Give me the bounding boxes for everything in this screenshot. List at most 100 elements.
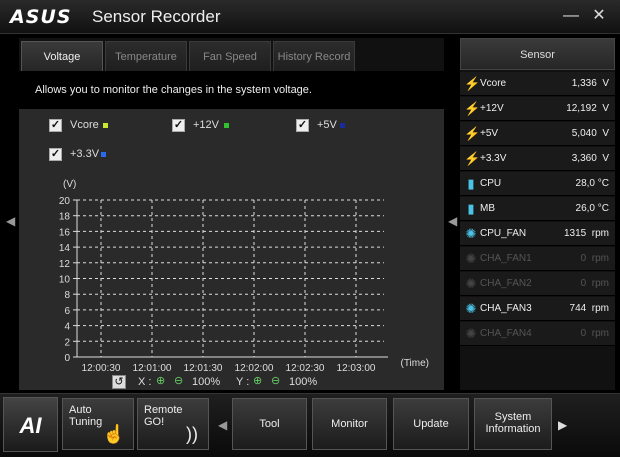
sensor-row-cha-fan4: ✺ CHA_FAN4 0 rpm <box>460 322 615 346</box>
y-zoom-in-icon[interactable]: ⊕ <box>253 374 262 387</box>
collapse-arrow-icon[interactable]: ◀ <box>448 214 457 228</box>
sensor-value: 3,360 V <box>571 153 609 164</box>
sensor-row-cpu: ▮ CPU 28,0 °C <box>460 172 615 196</box>
sensor-value: 26,0 °C <box>575 203 609 214</box>
tab-temperature[interactable]: Temperature <box>105 41 187 71</box>
check-icon: ✓ <box>172 119 185 132</box>
sensor-value: 0 rpm <box>580 253 609 264</box>
system-information-button[interactable]: System Information <box>474 398 552 450</box>
update-button[interactable]: Update <box>393 398 469 450</box>
fan-icon: ✺ <box>465 251 477 266</box>
series-checkboxes: ✓ Vcore ✓ +12V ✓ +5V ✓ +3.3V <box>19 109 444 175</box>
remote-go-button[interactable]: Remote GO! )) <box>137 398 209 450</box>
sensor-row-cha-fan2: ✺ CHA_FAN2 0 rpm <box>460 272 615 296</box>
x-tick-label: 12:02:00 <box>235 363 274 374</box>
bottom-bar: AI Auto Tuning ☝ Remote GO! )) ◀ Tool Mo… <box>0 393 620 457</box>
y-zoom-label: Y : <box>236 376 250 388</box>
voltage-icon: ⚡ <box>464 126 481 141</box>
x-tick-label: 12:02:30 <box>286 363 325 374</box>
tab-bar: Voltage Temperature Fan Speed History Re… <box>19 38 444 71</box>
sensor-row-cha-fan3: ✺ CHA_FAN3 744 rpm <box>460 297 615 321</box>
y-tick-label: 4 <box>64 322 70 333</box>
sensor-row-cpu-fan: ✺ CPU_FAN 1315 rpm <box>460 222 615 246</box>
left-arrow-icon[interactable]: ◀ <box>6 214 15 228</box>
sensor-value: 28,0 °C <box>575 178 609 189</box>
y-tick-label: 18 <box>59 212 71 223</box>
sensor-name: CPU <box>480 178 502 189</box>
asus-logo: ASUS <box>10 6 72 28</box>
sensor-row--12v: ⚡ +12V 12,192 V <box>460 97 615 121</box>
sensor-row-mb: ▮ MB 26,0 °C <box>460 197 615 221</box>
3-3v-color-swatch <box>101 152 106 157</box>
voltage-icon: ⚡ <box>464 101 481 116</box>
sensor-name: CHA_FAN4 <box>480 328 532 339</box>
reset-zoom-icon[interactable]: ↺ <box>112 375 126 389</box>
sensor-name: +5V <box>480 128 499 139</box>
y-tick-label: 16 <box>59 227 71 238</box>
sensor-row-vcore: ⚡ Vcore 1,336 V <box>460 72 615 96</box>
sensor-name: +12V <box>480 103 504 114</box>
tab-fan-speed[interactable]: Fan Speed <box>189 41 271 71</box>
ai-suite-logo: AI <box>3 397 58 452</box>
x-tick-label: 12:03:00 <box>337 363 376 374</box>
sensor-name: CHA_FAN3 <box>480 303 532 314</box>
wifi-icon: )) <box>186 424 198 444</box>
checkbox-vcore[interactable]: ✓ Vcore <box>49 118 129 134</box>
auto-tuning-icon: ☝ <box>102 424 125 444</box>
tab-voltage[interactable]: Voltage <box>21 41 103 71</box>
checkbox-3-3v[interactable]: ✓ +3.3V <box>49 147 129 163</box>
bottom-left-arrow-icon[interactable]: ◀ <box>218 418 227 432</box>
x-tick-label: 12:00:30 <box>82 363 121 374</box>
auto-tuning-button[interactable]: Auto Tuning ☝ <box>62 398 134 450</box>
voltage-icon: ⚡ <box>464 151 481 166</box>
sensor-value: 1315 rpm <box>563 228 609 239</box>
app-title: Sensor Recorder <box>92 7 221 26</box>
sensor-value: 12,192 V <box>566 103 609 114</box>
sensor-name: CHA_FAN1 <box>480 253 532 264</box>
voltage-icon: ⚡ <box>464 76 481 91</box>
x-zoom-in-icon[interactable]: ⊕ <box>156 374 165 387</box>
sensor-name: MB <box>480 203 495 214</box>
bottom-right-arrow-icon[interactable]: ▶ <box>558 418 567 432</box>
sensor-value: 1,336 V <box>571 78 609 89</box>
zoom-controls: ↺ X : ⊕ ⊖ 100% Y : ⊕ ⊖ 100% <box>112 375 342 391</box>
minimize-button[interactable]: — <box>560 5 582 27</box>
fan-icon: ✺ <box>465 276 477 291</box>
y-tick-label: 0 <box>64 353 70 364</box>
tab-history-record[interactable]: History Record <box>273 41 355 71</box>
check-icon: ✓ <box>49 148 62 161</box>
title-bar: ASUS Sensor Recorder — ✕ <box>0 0 620 34</box>
x-tick-label: 12:01:30 <box>184 363 223 374</box>
chart-area: (V) 0 2 4 6 8 10 12 14 16 18 20 12:00:30 12:01:00 12:0… <box>19 175 444 390</box>
main-panel: Voltage Temperature Fan Speed History Re… <box>19 38 444 390</box>
y-tick-label: 20 <box>59 196 71 207</box>
fan-icon: ✺ <box>465 301 477 316</box>
y-zoom-out-icon[interactable]: ⊖ <box>271 374 280 387</box>
checkbox-12v[interactable]: ✓ +12V <box>172 118 252 134</box>
sensor-row--5v: ⚡ +5V 5,040 V <box>460 122 615 146</box>
sensor-value: 5,040 V <box>571 128 609 139</box>
sensor-header: Sensor <box>460 38 615 70</box>
sensor-value: 0 rpm <box>580 278 609 289</box>
checkbox-5v[interactable]: ✓ +5V <box>296 118 376 134</box>
tool-button[interactable]: Tool <box>232 398 307 450</box>
x-tick-label: 12:01:00 <box>133 363 172 374</box>
sensor-row--3-3v: ⚡ +3.3V 3,360 V <box>460 147 615 171</box>
y-tick-label: 12 <box>59 259 71 270</box>
sensor-panel: Sensor ⚡ Vcore 1,336 V ⚡ +12V 12,192 V ⚡ +5V 5,0… <box>460 38 615 390</box>
y-tick-label: 2 <box>64 337 70 348</box>
vcore-color-swatch <box>103 123 108 128</box>
thermometer-icon: ▮ <box>467 176 475 191</box>
check-icon: ✓ <box>296 119 309 132</box>
y-axis-label: (V) <box>63 179 76 190</box>
y-tick-label: 14 <box>59 243 71 254</box>
monitor-button[interactable]: Monitor <box>312 398 387 450</box>
y-tick-label: 8 <box>64 290 70 301</box>
close-button[interactable]: ✕ <box>588 5 610 27</box>
y-zoom-value: 100% <box>289 376 318 388</box>
x-zoom-label: X : <box>138 376 152 388</box>
sensor-name: +3.3V <box>480 153 507 164</box>
x-zoom-out-icon[interactable]: ⊖ <box>174 374 183 387</box>
y-tick-label: 6 <box>64 306 70 317</box>
sensor-name: CPU_FAN <box>480 228 527 239</box>
